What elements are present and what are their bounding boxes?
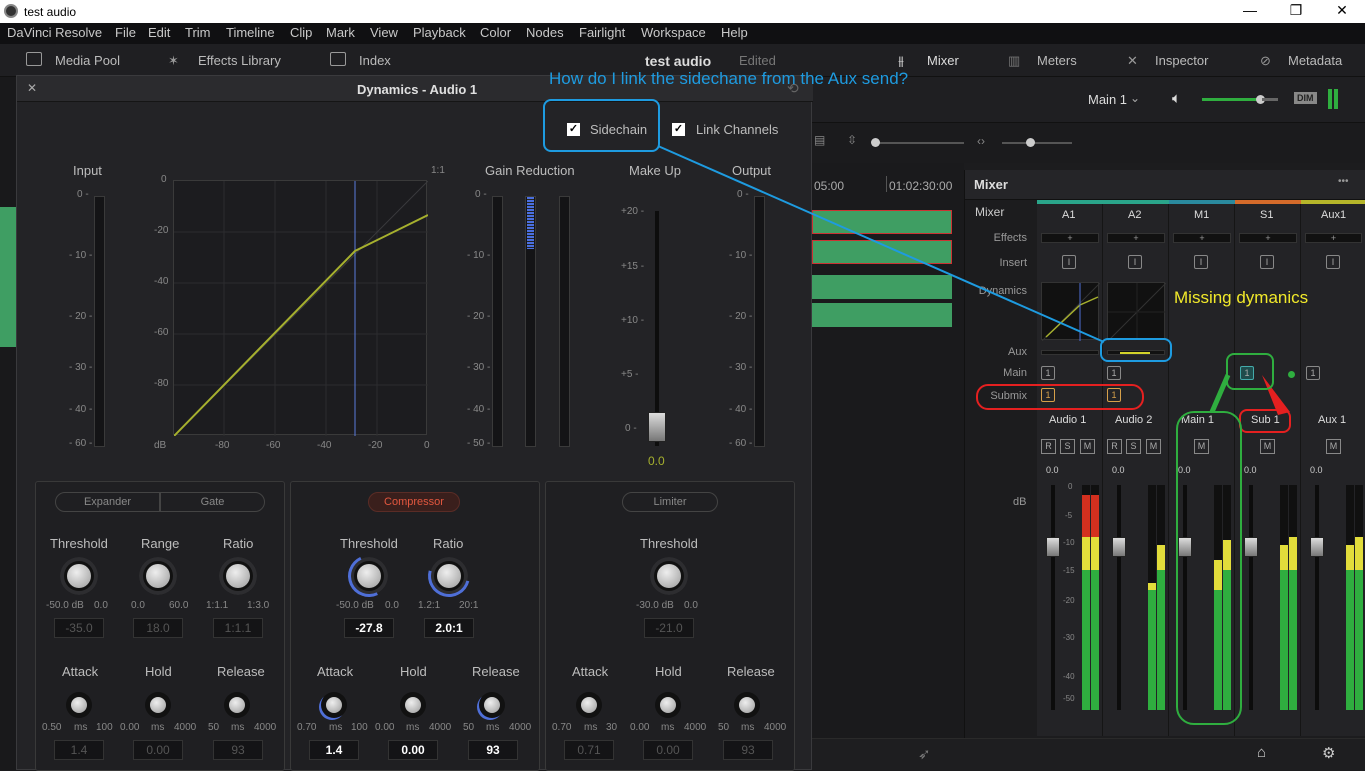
annotation-main1-strip [1176, 411, 1242, 725]
annotation-lines [657, 145, 1290, 415]
annotation-missing-dynamics: Missing dymanics [1174, 288, 1309, 307]
annotation-main-circle [1226, 353, 1274, 390]
annotation-sub1-circle [1239, 409, 1291, 433]
annotation-submix-circle [976, 384, 1144, 410]
